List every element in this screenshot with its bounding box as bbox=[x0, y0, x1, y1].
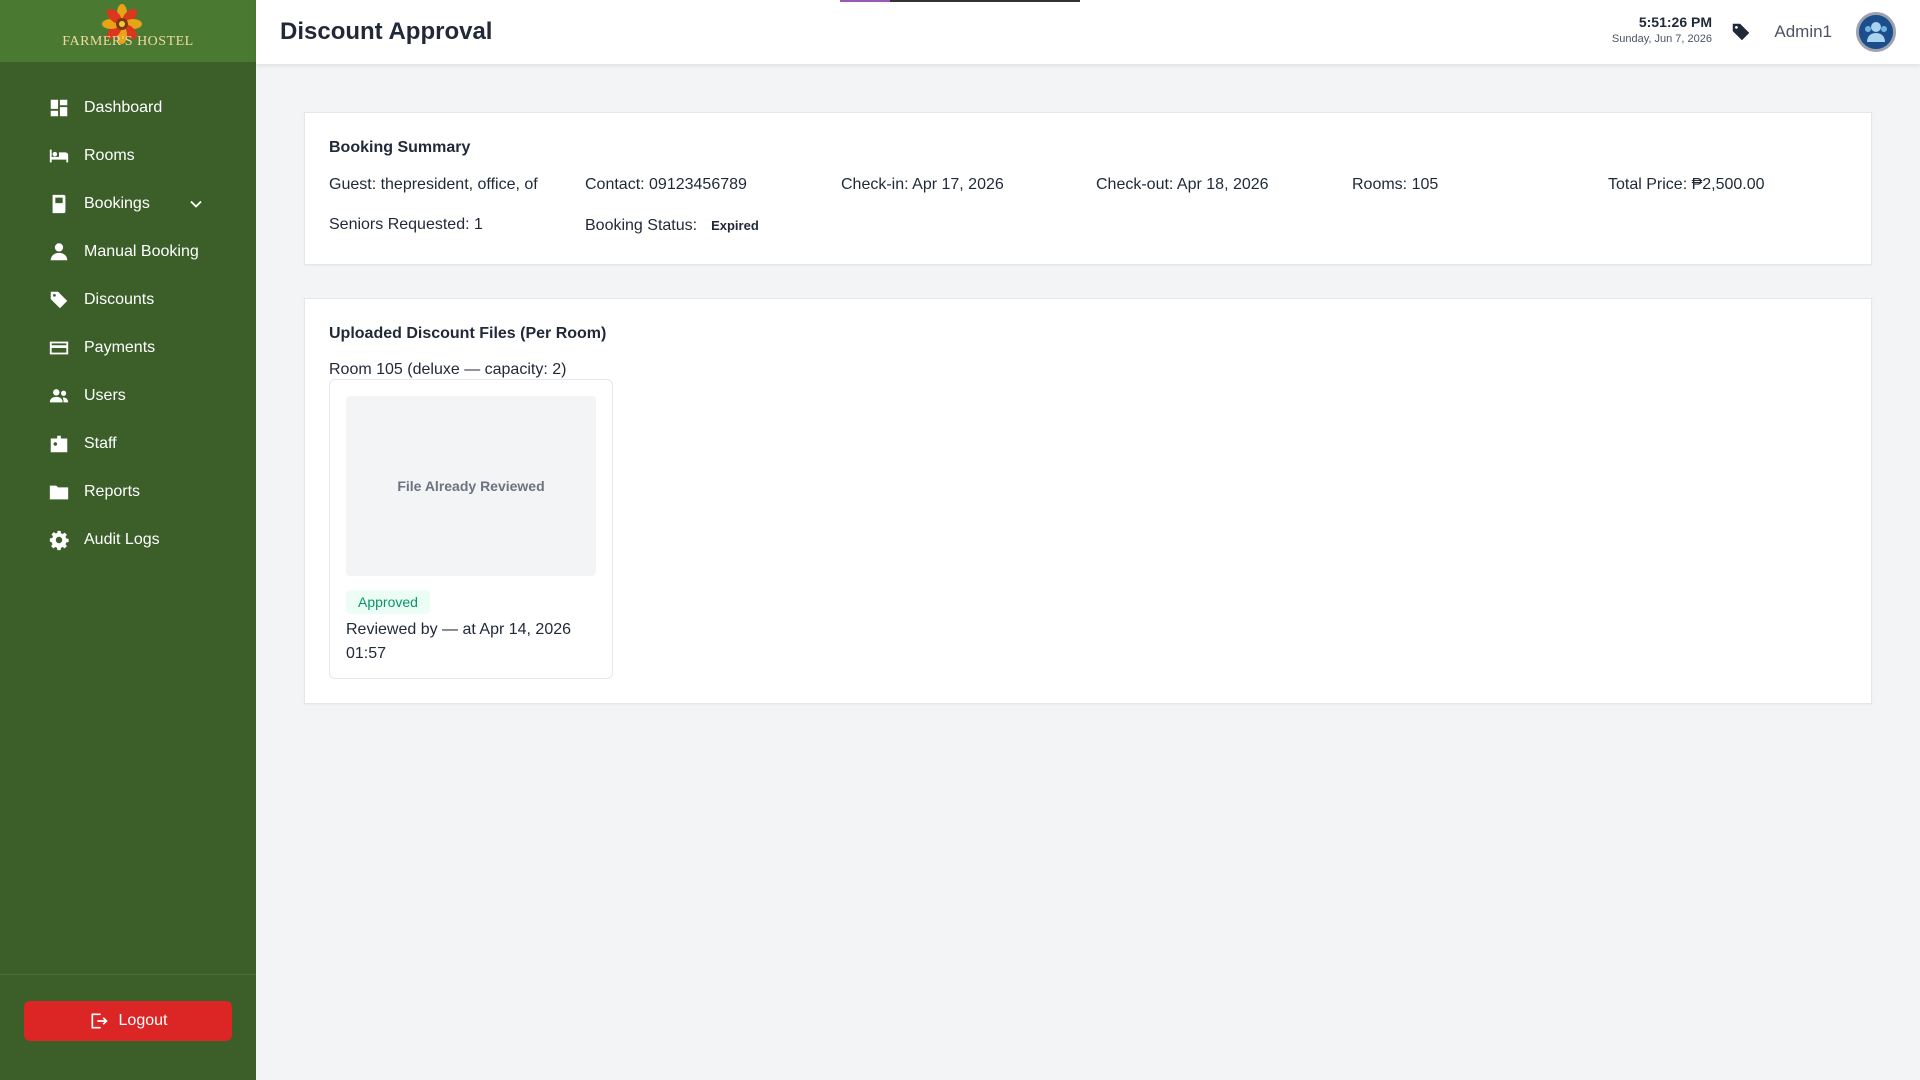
credit-card-icon bbox=[48, 337, 70, 359]
sidebar-nav: Dashboard Rooms Bookings Manual Booking … bbox=[0, 84, 256, 564]
book-icon bbox=[48, 193, 70, 215]
clock-date: Sunday, Jun 7, 2026 bbox=[1611, 33, 1712, 45]
file-preview: File Already Reviewed bbox=[346, 396, 596, 576]
top-header: Discount Approval 5:51:26 PM Sunday, Jun… bbox=[256, 0, 1920, 64]
clock: 5:51:26 PM Sunday, Jun 7, 2026 bbox=[1612, 14, 1712, 45]
sidebar-item-label: Manual Booking bbox=[84, 243, 199, 260]
booking-summary-title: Booking Summary bbox=[329, 139, 471, 156]
user-name[interactable]: Admin1 bbox=[1774, 22, 1832, 42]
sidebar-item-reports[interactable]: Reports bbox=[0, 468, 256, 516]
sidebar-item-label: Discounts bbox=[84, 291, 155, 308]
sidebar-item-label: Reports bbox=[84, 483, 141, 500]
room-label: Room 105 (deluxe — capacity: 2) bbox=[329, 361, 567, 378]
chevron-down-icon[interactable] bbox=[186, 194, 206, 214]
discount-files-card: Uploaded Discount Files (Per Room) Room … bbox=[304, 298, 1872, 704]
gear-icon bbox=[48, 529, 70, 551]
guest-field: Guest: thepresident, office, of bbox=[329, 176, 538, 193]
sidebar-item-discounts[interactable]: Discounts bbox=[0, 276, 256, 324]
bed-icon bbox=[48, 145, 70, 167]
approved-badge: Approved bbox=[346, 590, 430, 614]
logout-icon bbox=[91, 1013, 108, 1029]
avatar-icon bbox=[1859, 15, 1893, 49]
user-icon bbox=[48, 241, 70, 263]
booking-summary-card: Booking Summary Guest: thepresident, off… bbox=[304, 112, 1872, 265]
rooms-field: Rooms: 105 bbox=[1352, 176, 1439, 193]
tag-icon bbox=[48, 289, 70, 311]
booking-status-label: Booking Status: bbox=[585, 217, 698, 234]
booking-status-field: Booking Status: Expired bbox=[585, 217, 759, 235]
sidebar-item-label: Dashboard bbox=[84, 99, 163, 116]
page-title: Discount Approval bbox=[280, 18, 493, 45]
sidebar-item-label: Rooms bbox=[84, 147, 135, 164]
file-card: File Already Reviewed Approved Reviewed … bbox=[329, 379, 613, 679]
sidebar-item-rooms[interactable]: Rooms bbox=[0, 132, 256, 180]
sidebar-item-dashboard[interactable]: Dashboard bbox=[0, 84, 256, 132]
reviewed-info: Reviewed by — at Apr 14, 2026 01:57 bbox=[346, 621, 572, 662]
sidebar-item-label: Staff bbox=[84, 435, 117, 452]
sidebar-footer: Logout bbox=[0, 974, 256, 1080]
logout-button[interactable]: Logout bbox=[24, 1001, 232, 1041]
loading-progress-bar bbox=[840, 0, 1080, 2]
tag-icon[interactable] bbox=[1730, 21, 1752, 43]
status-badge: Expired bbox=[711, 218, 759, 233]
sidebar-item-staff[interactable]: Staff bbox=[0, 420, 256, 468]
sidebar-item-users[interactable]: Users bbox=[0, 372, 256, 420]
sidebar-item-audit-logs[interactable]: Audit Logs bbox=[0, 516, 256, 564]
sidebar-item-label: Bookings bbox=[84, 195, 150, 212]
id-badge-icon bbox=[48, 433, 70, 455]
sidebar-item-label: Users bbox=[84, 387, 126, 404]
check-out-field: Check-out: Apr 18, 2026 bbox=[1096, 176, 1269, 193]
folder-icon bbox=[48, 481, 70, 503]
logo-text: FARMER'S HOSTEL bbox=[62, 34, 194, 49]
clock-time: 5:51:26 PM bbox=[1638, 14, 1712, 30]
total-price-field: Total Price: ₱2,500.00 bbox=[1608, 176, 1765, 193]
contact-field: Contact: 09123456789 bbox=[585, 176, 747, 193]
users-icon bbox=[48, 385, 70, 407]
sidebar-item-payments[interactable]: Payments bbox=[0, 324, 256, 372]
dashboard-icon bbox=[48, 97, 70, 119]
check-in-field: Check-in: Apr 17, 2026 bbox=[841, 176, 1004, 193]
sidebar-item-label: Audit Logs bbox=[84, 531, 160, 548]
sidebar: FARMER'S HOSTEL Dashboard Rooms Bookings… bbox=[0, 0, 256, 1080]
sidebar-item-manual-booking[interactable]: Manual Booking bbox=[0, 228, 256, 276]
logout-label: Logout bbox=[118, 1012, 168, 1029]
sidebar-item-label: Payments bbox=[84, 339, 156, 356]
sidebar-logo[interactable]: FARMER'S HOSTEL bbox=[0, 0, 256, 62]
avatar[interactable] bbox=[1856, 12, 1896, 52]
seniors-field: Seniors Requested: 1 bbox=[329, 216, 483, 233]
discount-files-title: Uploaded Discount Files (Per Room) bbox=[329, 325, 607, 342]
sidebar-item-bookings[interactable]: Bookings bbox=[0, 180, 256, 228]
